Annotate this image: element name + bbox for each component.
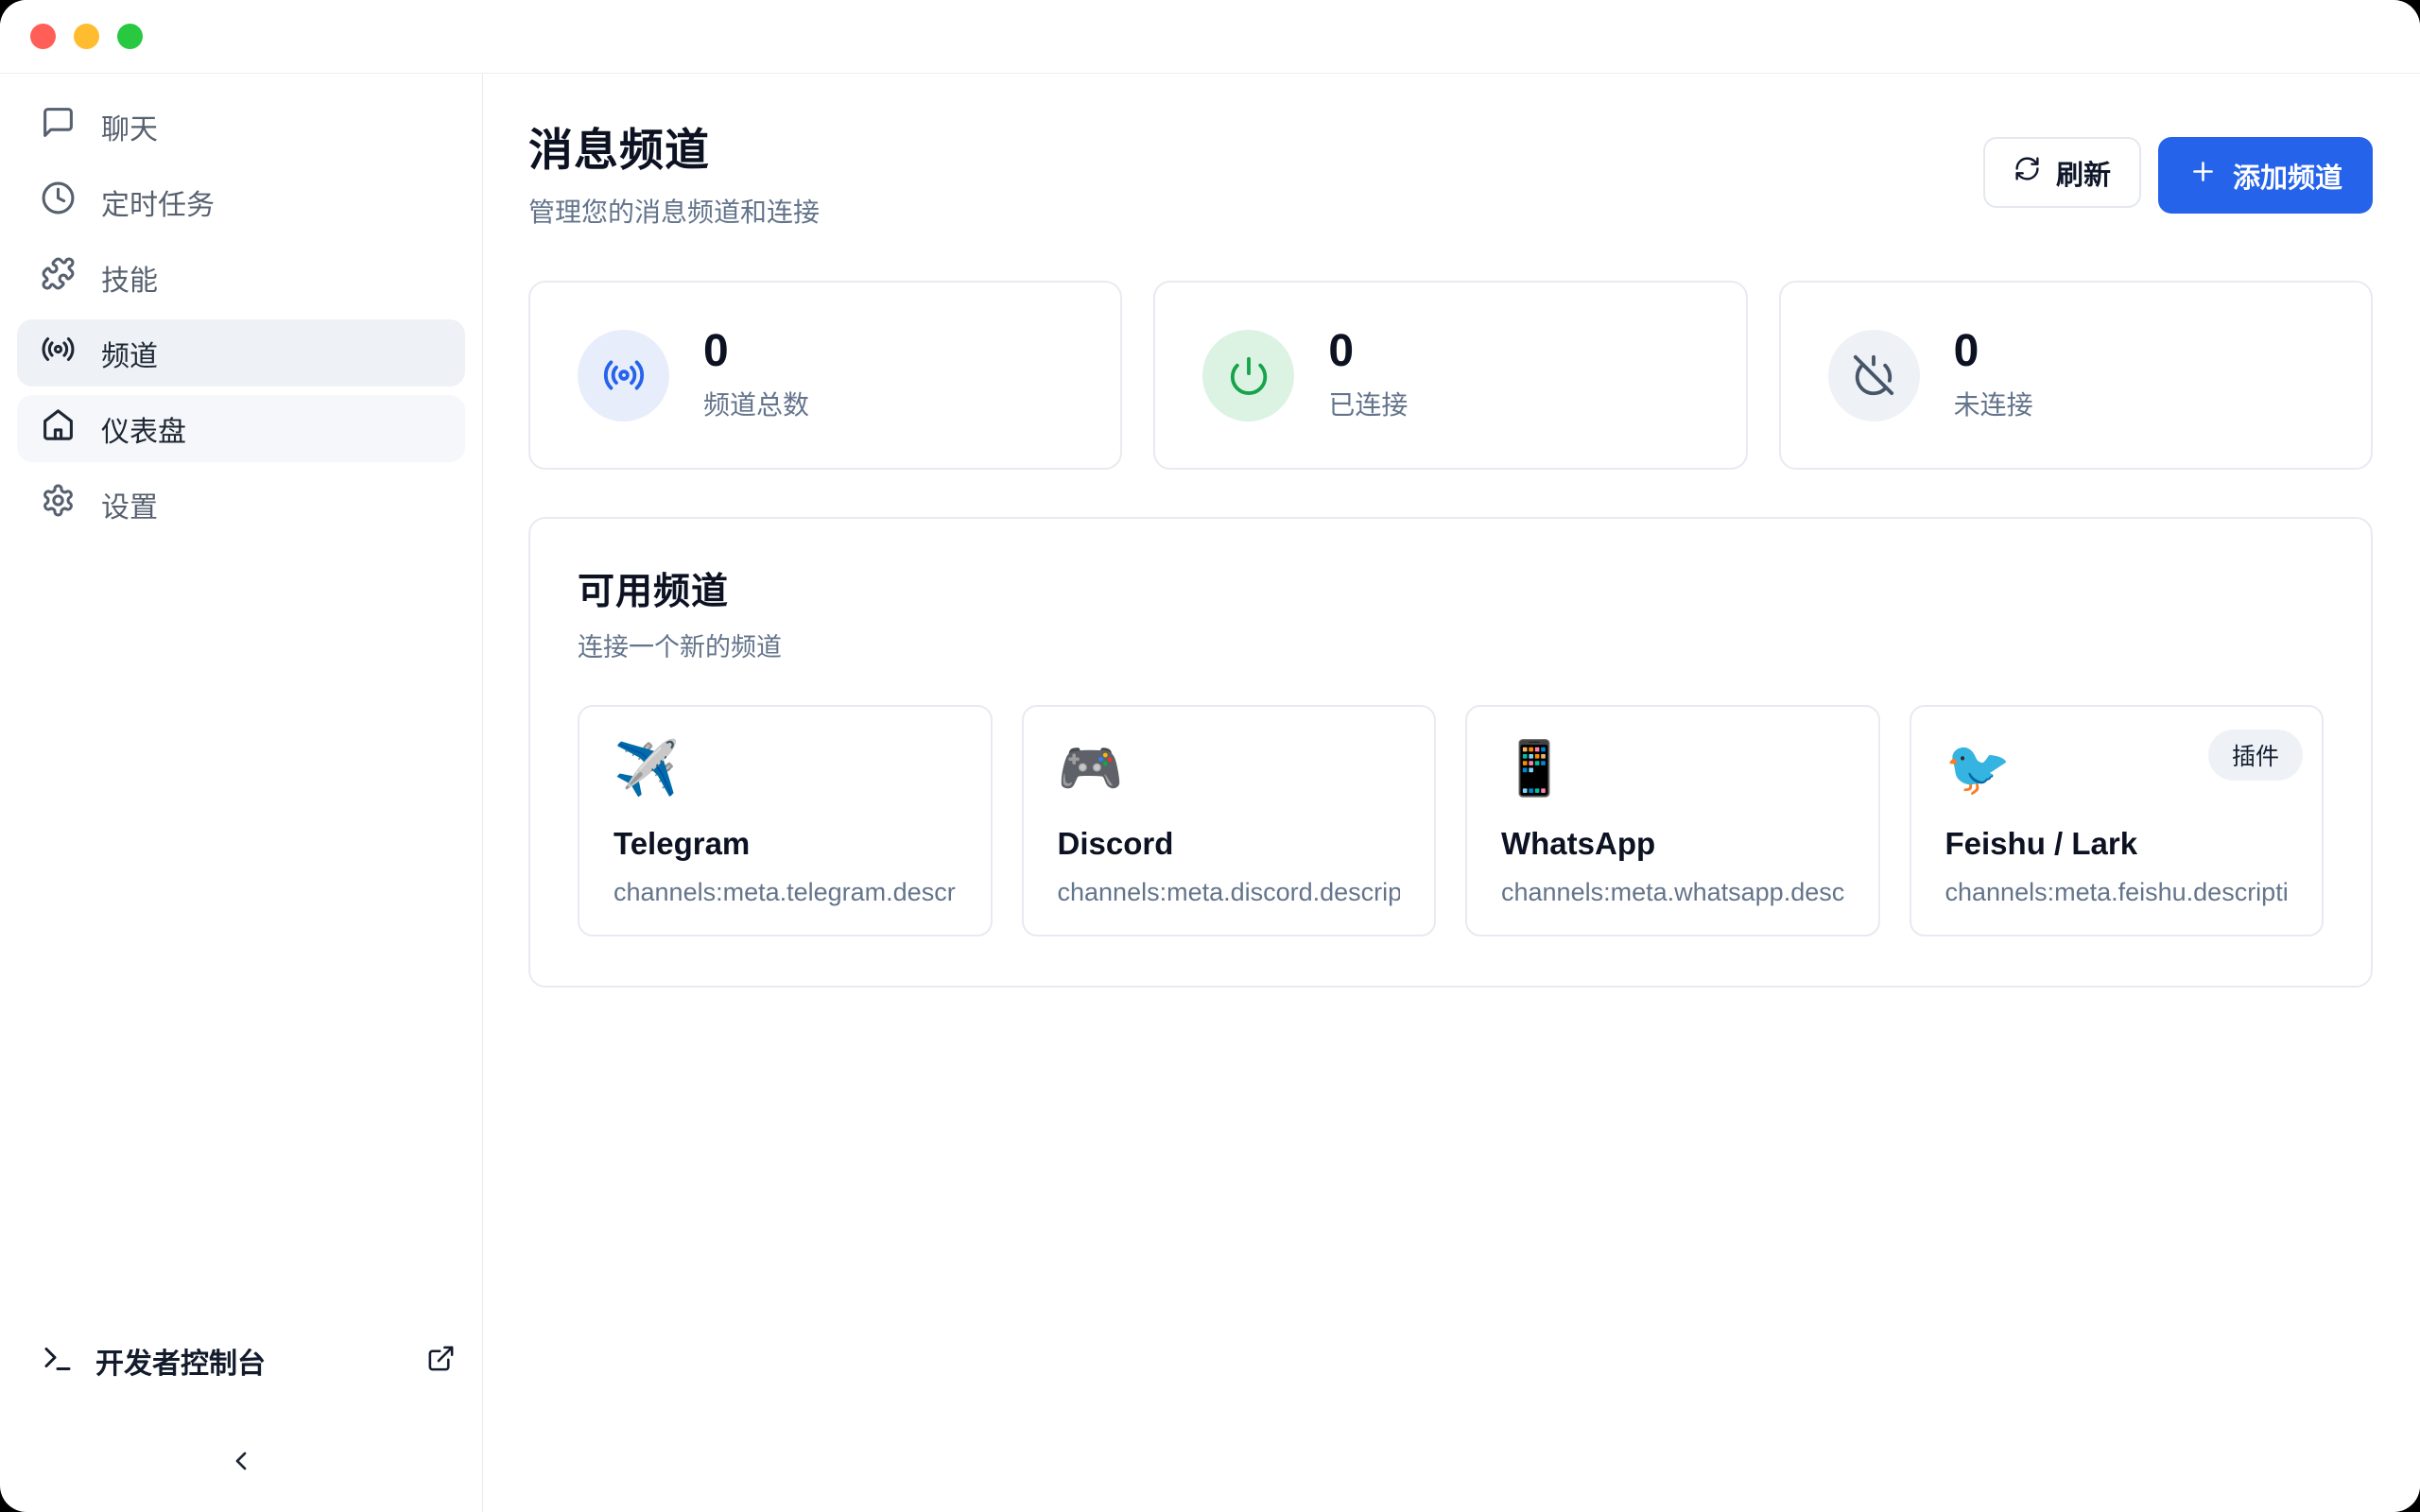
sidebar: 聊天 定时任务 技能 频道 仪表盘 设置 [0, 74, 483, 1512]
refresh-button-label: 刷新 [2056, 153, 2111, 193]
stat-label: 已连接 [1328, 385, 1408, 422]
sidebar-item-channels[interactable]: 频道 [17, 319, 465, 387]
channel-name: Feishu / Lark [1945, 826, 2289, 862]
stat-label: 未连接 [1954, 385, 2033, 422]
refresh-icon [2014, 155, 2041, 190]
chat-bubble-icon [41, 105, 76, 147]
titlebar [0, 0, 2420, 74]
broadcast-icon [41, 332, 76, 374]
channel-name: Telegram [614, 826, 957, 862]
page-subtitle: 管理您的消息频道和连接 [528, 192, 820, 230]
sidebar-item-chat[interactable]: 聊天 [17, 93, 465, 160]
home-icon [41, 407, 76, 450]
page-header: 消息频道 管理您的消息频道和连接 刷新 添加频道 [528, 113, 2373, 230]
channel-card-discord[interactable]: 🎮 Discord channels:meta.discord.descript… [1022, 705, 1437, 936]
sidebar-item-label: 仪表盘 [101, 408, 186, 450]
sidebar-item-label: 频道 [101, 333, 158, 374]
stats-row: 0 频道总数 0 已连接 [528, 281, 2373, 470]
minimize-button[interactable] [74, 24, 99, 49]
stat-label: 频道总数 [703, 385, 809, 422]
sidebar-item-settings[interactable]: 设置 [17, 471, 465, 538]
sidebar-item-label: 聊天 [101, 106, 158, 147]
stat-value: 0 [1328, 328, 1408, 375]
airplane-emoji-icon: ✈️ [614, 739, 957, 799]
channel-name: WhatsApp [1501, 826, 1844, 862]
channel-grid: ✈️ Telegram channels:meta.telegram.descr… [578, 705, 2324, 936]
power-icon [1202, 330, 1294, 421]
sidebar-item-dashboard[interactable]: 仪表盘 [17, 395, 465, 462]
sidebar-item-label: 技能 [101, 257, 158, 299]
available-channels-panel: 可用频道 连接一个新的频道 ✈️ Telegram channels:meta.… [528, 517, 2373, 988]
channel-description: channels:meta.telegram.description [614, 878, 957, 907]
available-channels-subtitle: 连接一个新的频道 [578, 627, 2324, 663]
zoom-button[interactable] [117, 24, 143, 49]
stat-card-total-channels: 0 频道总数 [528, 281, 1122, 470]
external-link-icon [426, 1344, 456, 1378]
terminal-icon [41, 1342, 75, 1381]
close-button[interactable] [30, 24, 56, 49]
available-channels-title: 可用频道 [578, 562, 2324, 615]
channel-description: channels:meta.discord.description [1058, 878, 1401, 907]
plugin-badge: 插件 [2208, 730, 2303, 781]
channel-card-whatsapp[interactable]: 📱 WhatsApp channels:meta.whatsapp.descri… [1465, 705, 1880, 936]
power-off-icon [1828, 330, 1920, 421]
stat-card-disconnected: 0 未连接 [1779, 281, 2373, 470]
sidebar-item-skills[interactable]: 技能 [17, 244, 465, 311]
gear-icon [41, 483, 76, 525]
channel-description: channels:meta.whatsapp.description [1501, 878, 1844, 907]
broadcast-icon [578, 330, 669, 421]
chevron-left-icon [226, 1446, 256, 1481]
stat-value: 0 [703, 328, 809, 375]
channel-card-feishu[interactable]: 插件 🐦 Feishu / Lark channels:meta.feishu.… [1910, 705, 2325, 936]
main-content: 消息频道 管理您的消息频道和连接 刷新 添加频道 [483, 74, 2420, 1512]
puzzle-icon [41, 256, 76, 299]
add-channel-button-label: 添加频道 [2233, 156, 2342, 196]
sidebar-item-label: 设置 [101, 484, 158, 525]
page-title: 消息频道 [528, 113, 820, 179]
traffic-lights [30, 24, 143, 49]
add-channel-button[interactable]: 添加频道 [2158, 137, 2373, 214]
sidebar-collapse-button[interactable] [17, 1436, 465, 1489]
channel-name: Discord [1058, 826, 1401, 862]
channel-description: channels:meta.feishu.description [1945, 878, 2289, 907]
developer-console-label: 开发者控制台 [95, 1340, 406, 1382]
app-window: 聊天 定时任务 技能 频道 仪表盘 设置 [0, 0, 2420, 1512]
sidebar-item-scheduled-tasks[interactable]: 定时任务 [17, 168, 465, 235]
developer-console-link[interactable]: 开发者控制台 [17, 1331, 465, 1391]
refresh-button[interactable]: 刷新 [1983, 137, 2141, 208]
sidebar-item-label: 定时任务 [101, 181, 215, 223]
clock-icon [41, 180, 76, 223]
stat-card-connected: 0 已连接 [1153, 281, 1747, 470]
plus-icon [2188, 157, 2218, 194]
gamepad-emoji-icon: 🎮 [1058, 739, 1401, 799]
channel-card-telegram[interactable]: ✈️ Telegram channels:meta.telegram.descr… [578, 705, 993, 936]
mobile-phone-emoji-icon: 📱 [1501, 739, 1844, 799]
stat-value: 0 [1954, 328, 2033, 375]
